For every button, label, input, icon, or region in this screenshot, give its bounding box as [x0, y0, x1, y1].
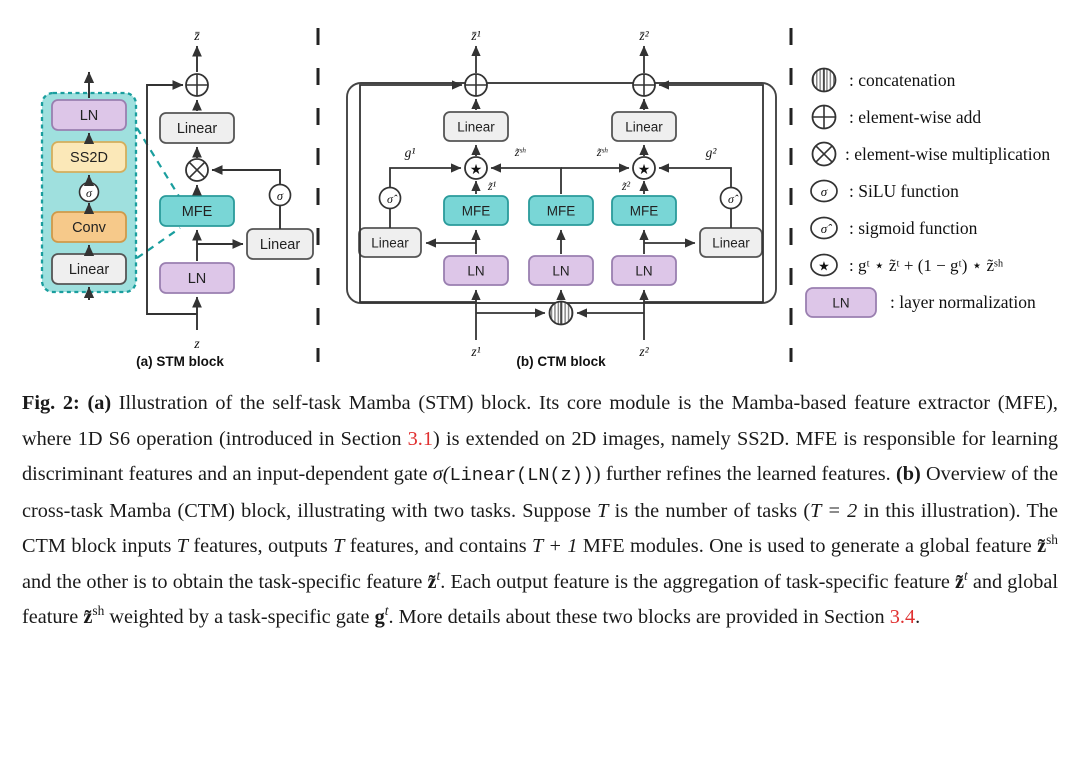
caption-text-13: weighted by a task-specific gate — [104, 606, 375, 628]
ctm-gate-linear-task1-label: Linear — [371, 236, 409, 251]
ctm-wires — [359, 45, 764, 340]
caption-a-tag: (a) — [87, 392, 112, 414]
legend-row-star: ★ : gᵗ ⋆ z̃ᵗ + (1 − gᵗ) ⋆ z̃ˢʰ — [810, 253, 1004, 277]
svg-text:★: ★ — [470, 163, 483, 178]
ctm-linear-out-task1-label: Linear — [457, 120, 495, 135]
ctm-input-task2-label: z² — [638, 344, 649, 359]
caption-text-14: . More details about these two blocks ar… — [388, 606, 890, 628]
ctm-concatenation-icon — [548, 300, 574, 326]
svg-text:★: ★ — [818, 259, 830, 274]
ctm-add-op-task1-icon — [464, 73, 488, 97]
figure-2-diagram: LN SS2D σ Conv Linear Linear MFE LN Line… — [0, 0, 1080, 380]
caption-zt-2: z̃ — [955, 570, 965, 593]
stm-inner-ss2d-label: SS2D — [70, 150, 108, 166]
panel-b-caption: (b) CTM block — [516, 354, 606, 369]
ctm-gate-linear-task2-label: Linear — [712, 236, 750, 251]
ctm-shared-feature-label-left: z̃ˢʰ — [514, 145, 526, 159]
stm-input-label: z — [193, 337, 200, 352]
stm-silu-icon: σ — [268, 183, 292, 207]
caption-zt-1: z̃ — [427, 570, 437, 593]
caption-ref-3-1[interactable]: 3.1 — [408, 428, 433, 450]
ctm-output-task1-label: z̄¹ — [470, 28, 480, 43]
legend-row-sigmoid: σ̂ : sigmoid function — [810, 216, 978, 240]
panel-a-stm-block: LN SS2D σ Conv Linear Linear MFE LN Line… — [40, 29, 314, 369]
caption-gate-mono: Linear(LN(z)) — [449, 465, 594, 486]
ctm-mfe-shared-label: MFE — [547, 204, 576, 219]
caption-b-tag: (b) — [895, 463, 921, 485]
caption-gate-close: ) — [593, 463, 601, 485]
ctm-star-op-task2-icon: ★ — [632, 156, 656, 180]
legend-multiplication-label: : element-wise multiplication — [845, 144, 1050, 164]
ctm-sigmoid-task2-icon: σ̂ — [719, 186, 743, 210]
legend-row-element-wise-add: : element-wise add — [811, 104, 981, 130]
caption-text-7: features, outputs — [188, 535, 334, 557]
caption-ref-3-4[interactable]: 3.4 — [890, 606, 915, 628]
panel-b-ctm-block: MFE MFE MFE LN LN LN Linear Linear Linea… — [346, 28, 777, 369]
stm-multiply-op-icon — [185, 158, 209, 182]
ctm-star-op-task1-icon: ★ — [464, 156, 488, 180]
legend-row-element-wise-multiplication: : element-wise multiplication — [811, 141, 1050, 167]
caption-gate-sigma: σ( — [432, 463, 450, 485]
legend-concatenation-label: : concatenation — [849, 70, 956, 90]
caption-zsh-2-sup: sh — [92, 603, 105, 619]
ctm-mfe-task1-label: MFE — [462, 204, 491, 219]
stm-linear-out-label: Linear — [177, 121, 217, 137]
legend-row-concatenation: : concatenation — [811, 67, 956, 93]
ctm-linear-out-task2-label: Linear — [625, 120, 663, 135]
caption-T-3: T — [333, 535, 345, 557]
stm-add-op-icon — [185, 73, 209, 97]
stm-output-label: z̄ — [193, 29, 200, 44]
stm-inner-ln-label: LN — [80, 108, 99, 124]
caption-text-10: and the other is to obtain the task-spec… — [22, 570, 428, 593]
ctm-task1-feature-label: z̃¹ — [487, 179, 497, 193]
caption-T-2: T — [176, 535, 188, 557]
caption-figure-label: Fig. 2: — [22, 392, 80, 414]
legend-add-label: : element-wise add — [849, 107, 981, 127]
stm-inner-conv-label: Conv — [72, 220, 107, 236]
ctm-shared-feature-label-right: z̃ˢʰ — [596, 145, 608, 159]
stm-mfe-label: MFE — [182, 204, 213, 220]
ctm-task2-feature-label: z̃² — [621, 179, 631, 193]
stm-silu-label: σ — [277, 189, 284, 203]
caption-text-9: MFE modules. One is used to generate a g… — [577, 535, 1038, 557]
ctm-gate-task1-label: g¹ — [405, 145, 416, 160]
ctm-mfe-task2-label: MFE — [630, 204, 659, 219]
legend-star-label: : gᵗ ⋆ z̃ᵗ + (1 − gᵗ) ⋆ z̃ˢʰ — [849, 256, 1004, 275]
caption-T-1: T — [597, 499, 609, 522]
ctm-gate-task2-label: g² — [706, 145, 718, 160]
legend: : concatenation : element-wise add : ele… — [805, 67, 1050, 318]
legend-sigmoid-label: : sigmoid function — [849, 218, 978, 238]
legend-silu-symbol: σ — [821, 184, 828, 199]
legend-row-layer-normalization: LN : layer normalization — [805, 287, 1036, 318]
caption-text-5: is the number of tasks ( — [608, 499, 811, 522]
ctm-ln-shared-label: LN — [552, 264, 569, 279]
stm-ln-label: LN — [188, 271, 207, 287]
architecture-diagram-svg: LN SS2D σ Conv Linear Linear MFE LN Line… — [40, 28, 1050, 369]
ctm-sigmoid-task1-icon: σ̂ — [378, 186, 402, 210]
caption-T-equals-2: T = 2 — [810, 499, 858, 522]
legend-ln-symbol: LN — [832, 296, 849, 311]
legend-ln-label: : layer normalization — [890, 292, 1036, 312]
ctm-output-task2-label: z̄² — [638, 28, 649, 43]
ctm-add-op-task2-icon — [632, 73, 656, 97]
caption-text-8: features, and contains — [344, 535, 533, 557]
legend-silu-label: : SiLU function — [849, 181, 959, 201]
caption-text-15: . — [915, 606, 921, 628]
mfe-expansion-connector — [136, 127, 181, 259]
figure-caption: Fig. 2: (a) Illustration of the self-tas… — [22, 386, 1058, 636]
ctm-ln-task2-label: LN — [635, 264, 652, 279]
ctm-ln-task1-label: LN — [467, 264, 484, 279]
legend-row-silu: σ : SiLU function — [810, 179, 959, 203]
svg-text:★: ★ — [638, 163, 651, 178]
panel-a-caption: (a) STM block — [136, 354, 224, 369]
stm-inner-linear-label: Linear — [69, 262, 109, 278]
ctm-input-task1-label: z¹ — [470, 344, 480, 359]
caption-text-11: . Each output feature is the aggregation… — [440, 570, 956, 593]
caption-gt: g — [374, 606, 385, 628]
stm-gate-linear-label: Linear — [260, 237, 300, 253]
caption-T-plus-1: T + 1 — [532, 535, 578, 557]
caption-text-3: further refines the learned features. — [600, 463, 896, 485]
caption-zsh-1-sup: sh — [1046, 532, 1058, 548]
caption-zsh-1: z̃ — [1037, 535, 1047, 557]
